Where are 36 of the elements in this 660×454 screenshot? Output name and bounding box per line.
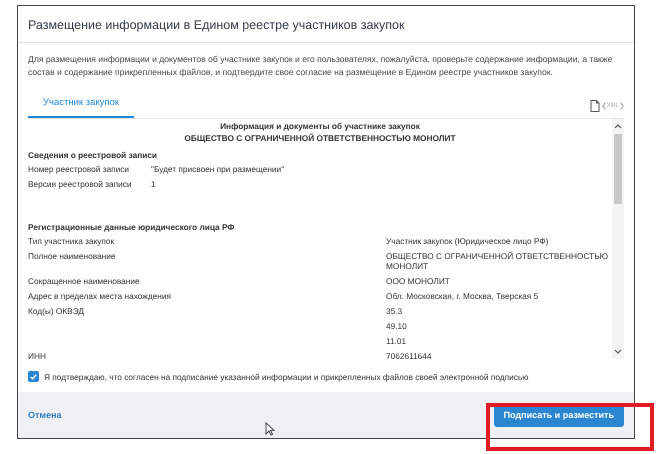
scrollbar-thumb[interactable] (614, 134, 622, 204)
field-label: Полное наименование (28, 251, 116, 263)
field-value: Обл. Московская, г. Москва, Тверская 5 (386, 291, 538, 301)
document-heading: Информация и документы об участнике закупок (219, 121, 421, 131)
field-label: Номер реестровой записи (28, 164, 130, 174)
chevron-right-icon (620, 102, 624, 110)
field-label: Сокращенное наименование (28, 276, 141, 286)
field-value: 49.10 (386, 321, 407, 331)
scroll-down-icon[interactable] (614, 349, 622, 355)
company-name: ОБЩЕСТВО С ОГРАНИЧЕННОЙ ОТВЕТСТВЕННОСТЬЮ МОНОЛИТ (183, 133, 457, 143)
tab[interactable]: Участник закупок (28, 91, 134, 118)
field-value: "Будет присвоен при размещении" (151, 164, 284, 174)
field-value: 35.3 (386, 306, 404, 316)
field-label: Код(ы) ОКВЭД (28, 306, 86, 318)
section-title: Сведения о реестровой записи (28, 150, 158, 160)
field-label: Тип участника закупок (28, 236, 116, 246)
cancel-link[interactable]: Отмена (28, 410, 62, 420)
scroll-up-icon[interactable] (614, 123, 622, 129)
mouse-pointer-icon (265, 422, 275, 436)
field-label: ИНН (28, 351, 47, 359)
field-label: Версия реестровой записи (28, 179, 133, 189)
field-value: ОБЩЕСТВО С ОГРАНИЧЕННОЙ ОТВЕТСТВЕННОСТЬЮ МОНОЛИТ (386, 251, 610, 271)
field-value: ООО МОНОЛИТ (386, 276, 450, 286)
field-value: 7062611644 (386, 351, 432, 359)
scrollbar[interactable] (612, 119, 624, 359)
document-icon[interactable] (590, 100, 600, 112)
field-label: Адрес в пределах места нахождения (28, 291, 172, 301)
chevron-left-icon (602, 102, 606, 110)
consent-label: Я подтверждаю, что согласен на подписание указанной информации и прикрепленных файлов своей электронной подписью (44, 372, 528, 382)
field-value: 11.01 (386, 336, 407, 346)
dialog-title: Размещение информации в Едином реестре участников закупок (28, 18, 406, 32)
description-text: Для размещения информации и документов об участнике закупок и его пользователях, пожалуйста, проверьте содержание информации, а также состав и содержание прикрепленных файлов, и подтвердите свое согласие на размещение в Едином реестре участников закупок. (28, 53, 614, 79)
field-value: Участник закупок (Юридическое лицо РФ) (386, 236, 548, 246)
consent-checkbox[interactable] (28, 371, 39, 382)
field-value: 1 (151, 179, 156, 189)
section-title: Регистрационные данные юридического лица РФ (28, 222, 236, 232)
